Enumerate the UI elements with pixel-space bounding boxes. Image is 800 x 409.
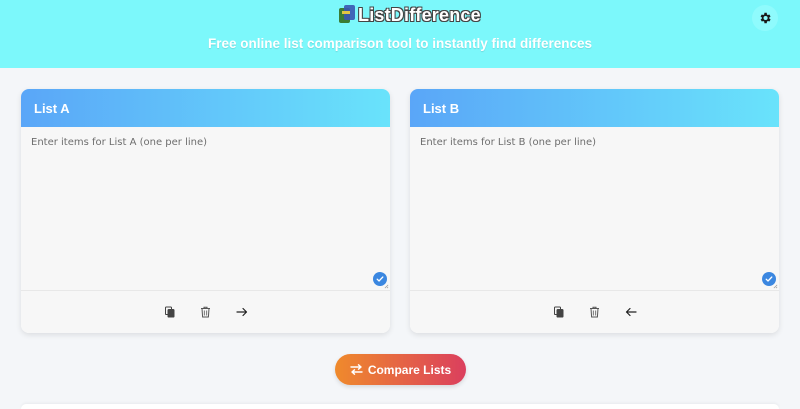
list-b-input[interactable] <box>410 127 779 290</box>
list-a-copy-button[interactable] <box>163 305 177 319</box>
tagline: Free online list comparison tool to inst… <box>207 36 593 51</box>
arrow-right-icon <box>235 307 247 317</box>
logo-icon <box>339 5 356 25</box>
list-b-copy-button[interactable] <box>552 305 566 319</box>
compare-lists-label: Compare Lists <box>367 362 452 377</box>
swap-arrows-icon <box>350 364 363 375</box>
trash-icon <box>590 306 599 318</box>
list-b-clear-button[interactable] <box>588 305 602 319</box>
list-a-move-button[interactable] <box>235 305 249 319</box>
list-a-input[interactable] <box>21 127 390 290</box>
list-b-panel: List B <box>410 89 779 333</box>
list-a-input-wrap <box>21 127 390 291</box>
list-a-panel: List A <box>21 89 390 333</box>
copy-icon <box>164 306 174 318</box>
resize-grip-icon[interactable] <box>773 284 778 289</box>
list-b-move-button[interactable] <box>624 305 638 319</box>
site-logo[interactable]: ListDifference <box>339 4 481 26</box>
trash-icon <box>201 306 210 318</box>
gear-icon <box>760 12 771 24</box>
list-a-toolbar <box>21 291 390 333</box>
resize-grip-icon[interactable] <box>384 284 389 289</box>
settings-button[interactable] <box>752 5 778 31</box>
copy-icon <box>553 306 563 318</box>
results-section-edge <box>21 404 779 409</box>
arrow-left-icon <box>625 307 637 317</box>
compare-lists-button[interactable]: Compare Lists <box>335 354 466 385</box>
list-a-clear-button[interactable] <box>199 305 213 319</box>
list-b-input-wrap <box>410 127 779 291</box>
list-b-title: List B <box>410 89 779 127</box>
list-b-toolbar <box>410 291 779 333</box>
site-header: ListDifference Free online list comparis… <box>0 0 800 68</box>
logo-text: ListDifference <box>358 4 481 25</box>
list-a-title: List A <box>21 89 390 127</box>
